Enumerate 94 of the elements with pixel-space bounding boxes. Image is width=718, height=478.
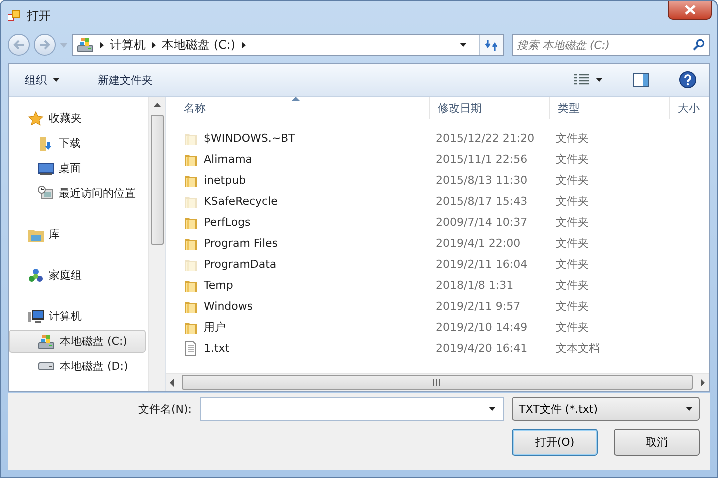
caret-icon (596, 78, 603, 82)
nav-item[interactable]: 本地磁盘 (D:) (9, 355, 146, 378)
file-name[interactable]: KSafeRecycle (204, 195, 278, 208)
file-type: 文件夹 (555, 278, 590, 293)
forward-arrow-icon (39, 40, 51, 50)
column-header[interactable]: 类型 (550, 97, 670, 119)
file-type: 文本文档 (555, 341, 601, 356)
file-type: 文件夹 (555, 299, 590, 314)
nav-item[interactable]: 桌面 (9, 157, 146, 180)
file-name[interactable]: $WINDOWS.~BT (204, 132, 296, 145)
column-header[interactable]: 大小 (670, 97, 709, 119)
column-header[interactable]: 名称 (166, 97, 430, 119)
star-icon (28, 110, 44, 126)
modified-date: 2009/7/14 10:37 (435, 216, 529, 229)
help-button[interactable] (677, 69, 699, 91)
homegroup-icon (28, 268, 44, 284)
modified-date: 2015/8/13 11:30 (435, 174, 529, 187)
column-header[interactable]: 修改日期 (430, 97, 550, 119)
file-type: 文件夹 (555, 131, 590, 146)
file-name[interactable]: Alimama (204, 153, 253, 166)
scrollbar[interactable] (148, 97, 165, 391)
filename-field[interactable] (200, 397, 504, 421)
system-drive-icon (38, 334, 55, 350)
recent-places-icon (38, 186, 54, 202)
close-button[interactable] (668, 1, 712, 20)
file-name[interactable]: PerfLogs (204, 216, 251, 229)
modified-date: 2019/4/20 16:41 (435, 342, 529, 355)
file-name[interactable]: inetpub (204, 174, 246, 187)
modified-date: 2019/4/1 22:00 (435, 237, 522, 250)
modified-date: 2019/2/11 9:57 (435, 300, 522, 313)
file-name[interactable]: 用户 (204, 320, 226, 335)
library-icon (28, 228, 44, 242)
system-drive-icon (77, 37, 94, 53)
refresh-icon (484, 38, 498, 52)
refresh-button[interactable] (479, 35, 503, 55)
chevron-icon (242, 42, 246, 48)
search-field[interactable]: 搜索 本地磁盘 (C:) (512, 34, 710, 56)
file-type: 文件夹 (555, 215, 590, 230)
address-bar[interactable]: 计算机 本地磁盘 (C:) (72, 34, 504, 56)
modified-date: 2018/1/8 1:31 (435, 279, 515, 292)
scroll-up-icon[interactable] (154, 103, 160, 107)
dropdown-caret-icon (489, 407, 496, 411)
file-type: 文件夹 (555, 194, 590, 209)
window-title: 打开 (27, 8, 51, 24)
file-type: 文件夹 (555, 320, 590, 335)
file-name[interactable]: Temp (204, 279, 234, 292)
file-name[interactable]: Windows (204, 300, 254, 313)
pane-icon (633, 73, 649, 87)
cancel-button[interactable]: 取消 (614, 428, 700, 456)
modified-date: 2015/12/22 21:20 (435, 132, 536, 145)
monitor-icon (38, 162, 54, 176)
nav-item[interactable]: 库 (9, 223, 146, 246)
file-type-dropdown[interactable]: TXT文件 (*.txt) (512, 397, 700, 421)
filename-label: 文件名(N): (138, 402, 192, 416)
open-button[interactable]: 打开(O) (512, 428, 598, 456)
nav-item[interactable]: 最近访问的位置 (9, 182, 146, 205)
nav-item[interactable]: 本地磁盘 (C:) (9, 330, 146, 353)
help-icon (679, 71, 697, 89)
search-icon (693, 39, 705, 51)
nav-item[interactable]: 计算机 (9, 305, 146, 328)
file-name[interactable]: ProgramData (204, 258, 277, 271)
dropdown-caret-icon (460, 43, 466, 47)
breadcrumb[interactable]: 本地磁盘 (C:) (162, 36, 236, 54)
breadcrumb[interactable]: 计算机 (110, 36, 146, 54)
modified-date: 2019/2/11 16:04 (435, 258, 529, 271)
caret-icon (53, 78, 60, 82)
file-name[interactable]: Program Files (204, 237, 278, 250)
computer-icon (28, 309, 44, 324)
nav-item[interactable]: 家庭组 (9, 264, 146, 287)
back-arrow-icon (13, 40, 25, 50)
modified-date: 2019/2/10 14:49 (435, 321, 529, 334)
close-icon (684, 5, 696, 15)
file-type: 文件夹 (555, 173, 590, 188)
file-type: 文件夹 (555, 257, 590, 272)
chevron-icon (152, 42, 156, 48)
nav-item[interactable]: 收藏夹 (9, 107, 146, 130)
horizontal-scrollbar[interactable] (166, 373, 709, 391)
organize-button[interactable]: 组织 (19, 70, 66, 90)
folder-download-icon (38, 136, 54, 152)
drive-icon (38, 362, 55, 371)
modified-date: 2015/8/17 15:43 (435, 195, 529, 208)
sort-arrow-icon (292, 97, 300, 101)
dropdown-caret-icon (686, 407, 693, 411)
list-view-icon (574, 74, 590, 86)
file-type: 文件夹 (555, 236, 590, 251)
modified-date: 2015/11/1 22:56 (435, 153, 529, 166)
grip-icon (433, 379, 442, 386)
new-folder-button[interactable]: 新建文件夹 (92, 70, 159, 90)
file-name[interactable]: 1.txt (204, 342, 230, 355)
nav-item[interactable]: 下载 (9, 132, 146, 155)
chevron-icon (100, 42, 104, 48)
preview-pane-button[interactable] (631, 71, 651, 89)
app-icon (8, 10, 21, 22)
file-type: 文件夹 (555, 152, 590, 167)
